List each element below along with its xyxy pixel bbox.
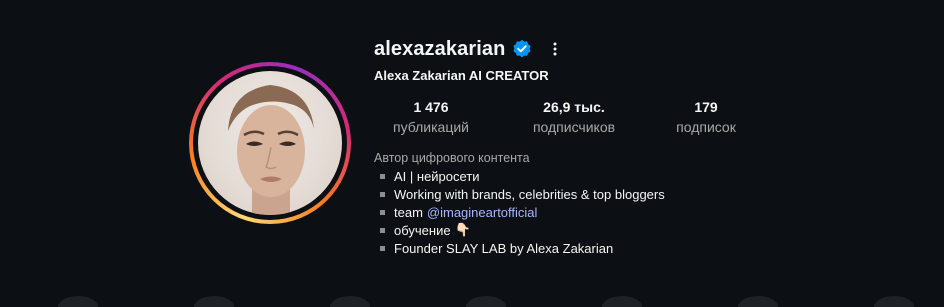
bio-line-text: обучение bbox=[394, 222, 451, 238]
verified-badge-icon bbox=[512, 39, 532, 59]
highlight-circle[interactable] bbox=[330, 296, 370, 307]
profile-category: Автор цифрового контента bbox=[374, 151, 530, 165]
following-label: подписок bbox=[676, 119, 736, 135]
bullet-icon bbox=[380, 209, 385, 215]
followers-count: 26,9 тыс. bbox=[543, 99, 605, 115]
highlight-circle[interactable] bbox=[194, 296, 234, 307]
full-name: Alexa Zakarian AI CREATOR bbox=[374, 68, 549, 83]
posts-stat[interactable]: 1 476 публикаций bbox=[386, 98, 476, 138]
bio-list: AI | нейросети Working with brands, cele… bbox=[380, 167, 665, 257]
followers-stat[interactable]: 26,9 тыс. подписчиков bbox=[524, 98, 624, 138]
following-count: 179 bbox=[694, 99, 718, 115]
bullet-icon bbox=[380, 191, 385, 197]
avatar-portrait-icon bbox=[228, 85, 314, 215]
highlight-circle[interactable] bbox=[58, 296, 98, 307]
username-row: alexazakarian bbox=[374, 36, 564, 62]
bio-line: обучение 👇🏻 bbox=[380, 221, 665, 239]
highlight-circle[interactable] bbox=[738, 296, 778, 307]
pointing-down-icon: 👇🏻 bbox=[454, 222, 471, 237]
username: alexazakarian bbox=[374, 37, 506, 60]
story-highlights-strip bbox=[0, 296, 944, 307]
mention-link[interactable]: @imagineartofficial bbox=[427, 205, 538, 220]
highlight-circle[interactable] bbox=[602, 296, 642, 307]
bio-line: Working with brands, celebrities & top b… bbox=[380, 185, 665, 203]
highlight-circle[interactable] bbox=[874, 296, 914, 307]
bio-line-text: Working with brands, celebrities & top b… bbox=[394, 186, 665, 202]
posts-label: публикаций bbox=[393, 119, 469, 135]
story-ring[interactable] bbox=[189, 62, 351, 224]
bio-line-text: team bbox=[394, 204, 423, 220]
following-stat[interactable]: 179 подписок bbox=[668, 98, 744, 138]
bio-line-text: Founder SLAY LAB by Alexa Zakarian bbox=[394, 240, 614, 256]
bullet-icon bbox=[380, 227, 385, 233]
followers-label: подписчиков bbox=[532, 119, 616, 135]
highlight-circle[interactable] bbox=[466, 296, 506, 307]
bio-line: team @imagineartofficial bbox=[380, 203, 665, 221]
bullet-icon bbox=[380, 245, 385, 251]
profile-stats: 1 476 публикаций 26,9 тыс. подписчиков 1… bbox=[374, 98, 754, 138]
bio-line-text: AI | нейросети bbox=[394, 168, 480, 184]
posts-count: 1 476 bbox=[413, 99, 449, 115]
avatar[interactable] bbox=[198, 71, 342, 215]
avatar-gap bbox=[193, 66, 347, 220]
profile-page: alexazakarian Alexa Zakarian AI CREATOR … bbox=[0, 0, 944, 307]
bullet-icon bbox=[380, 173, 385, 179]
more-options-icon[interactable] bbox=[546, 40, 564, 58]
bio-line: Founder SLAY LAB by Alexa Zakarian bbox=[380, 239, 665, 257]
bio-line: AI | нейросети bbox=[380, 167, 665, 185]
